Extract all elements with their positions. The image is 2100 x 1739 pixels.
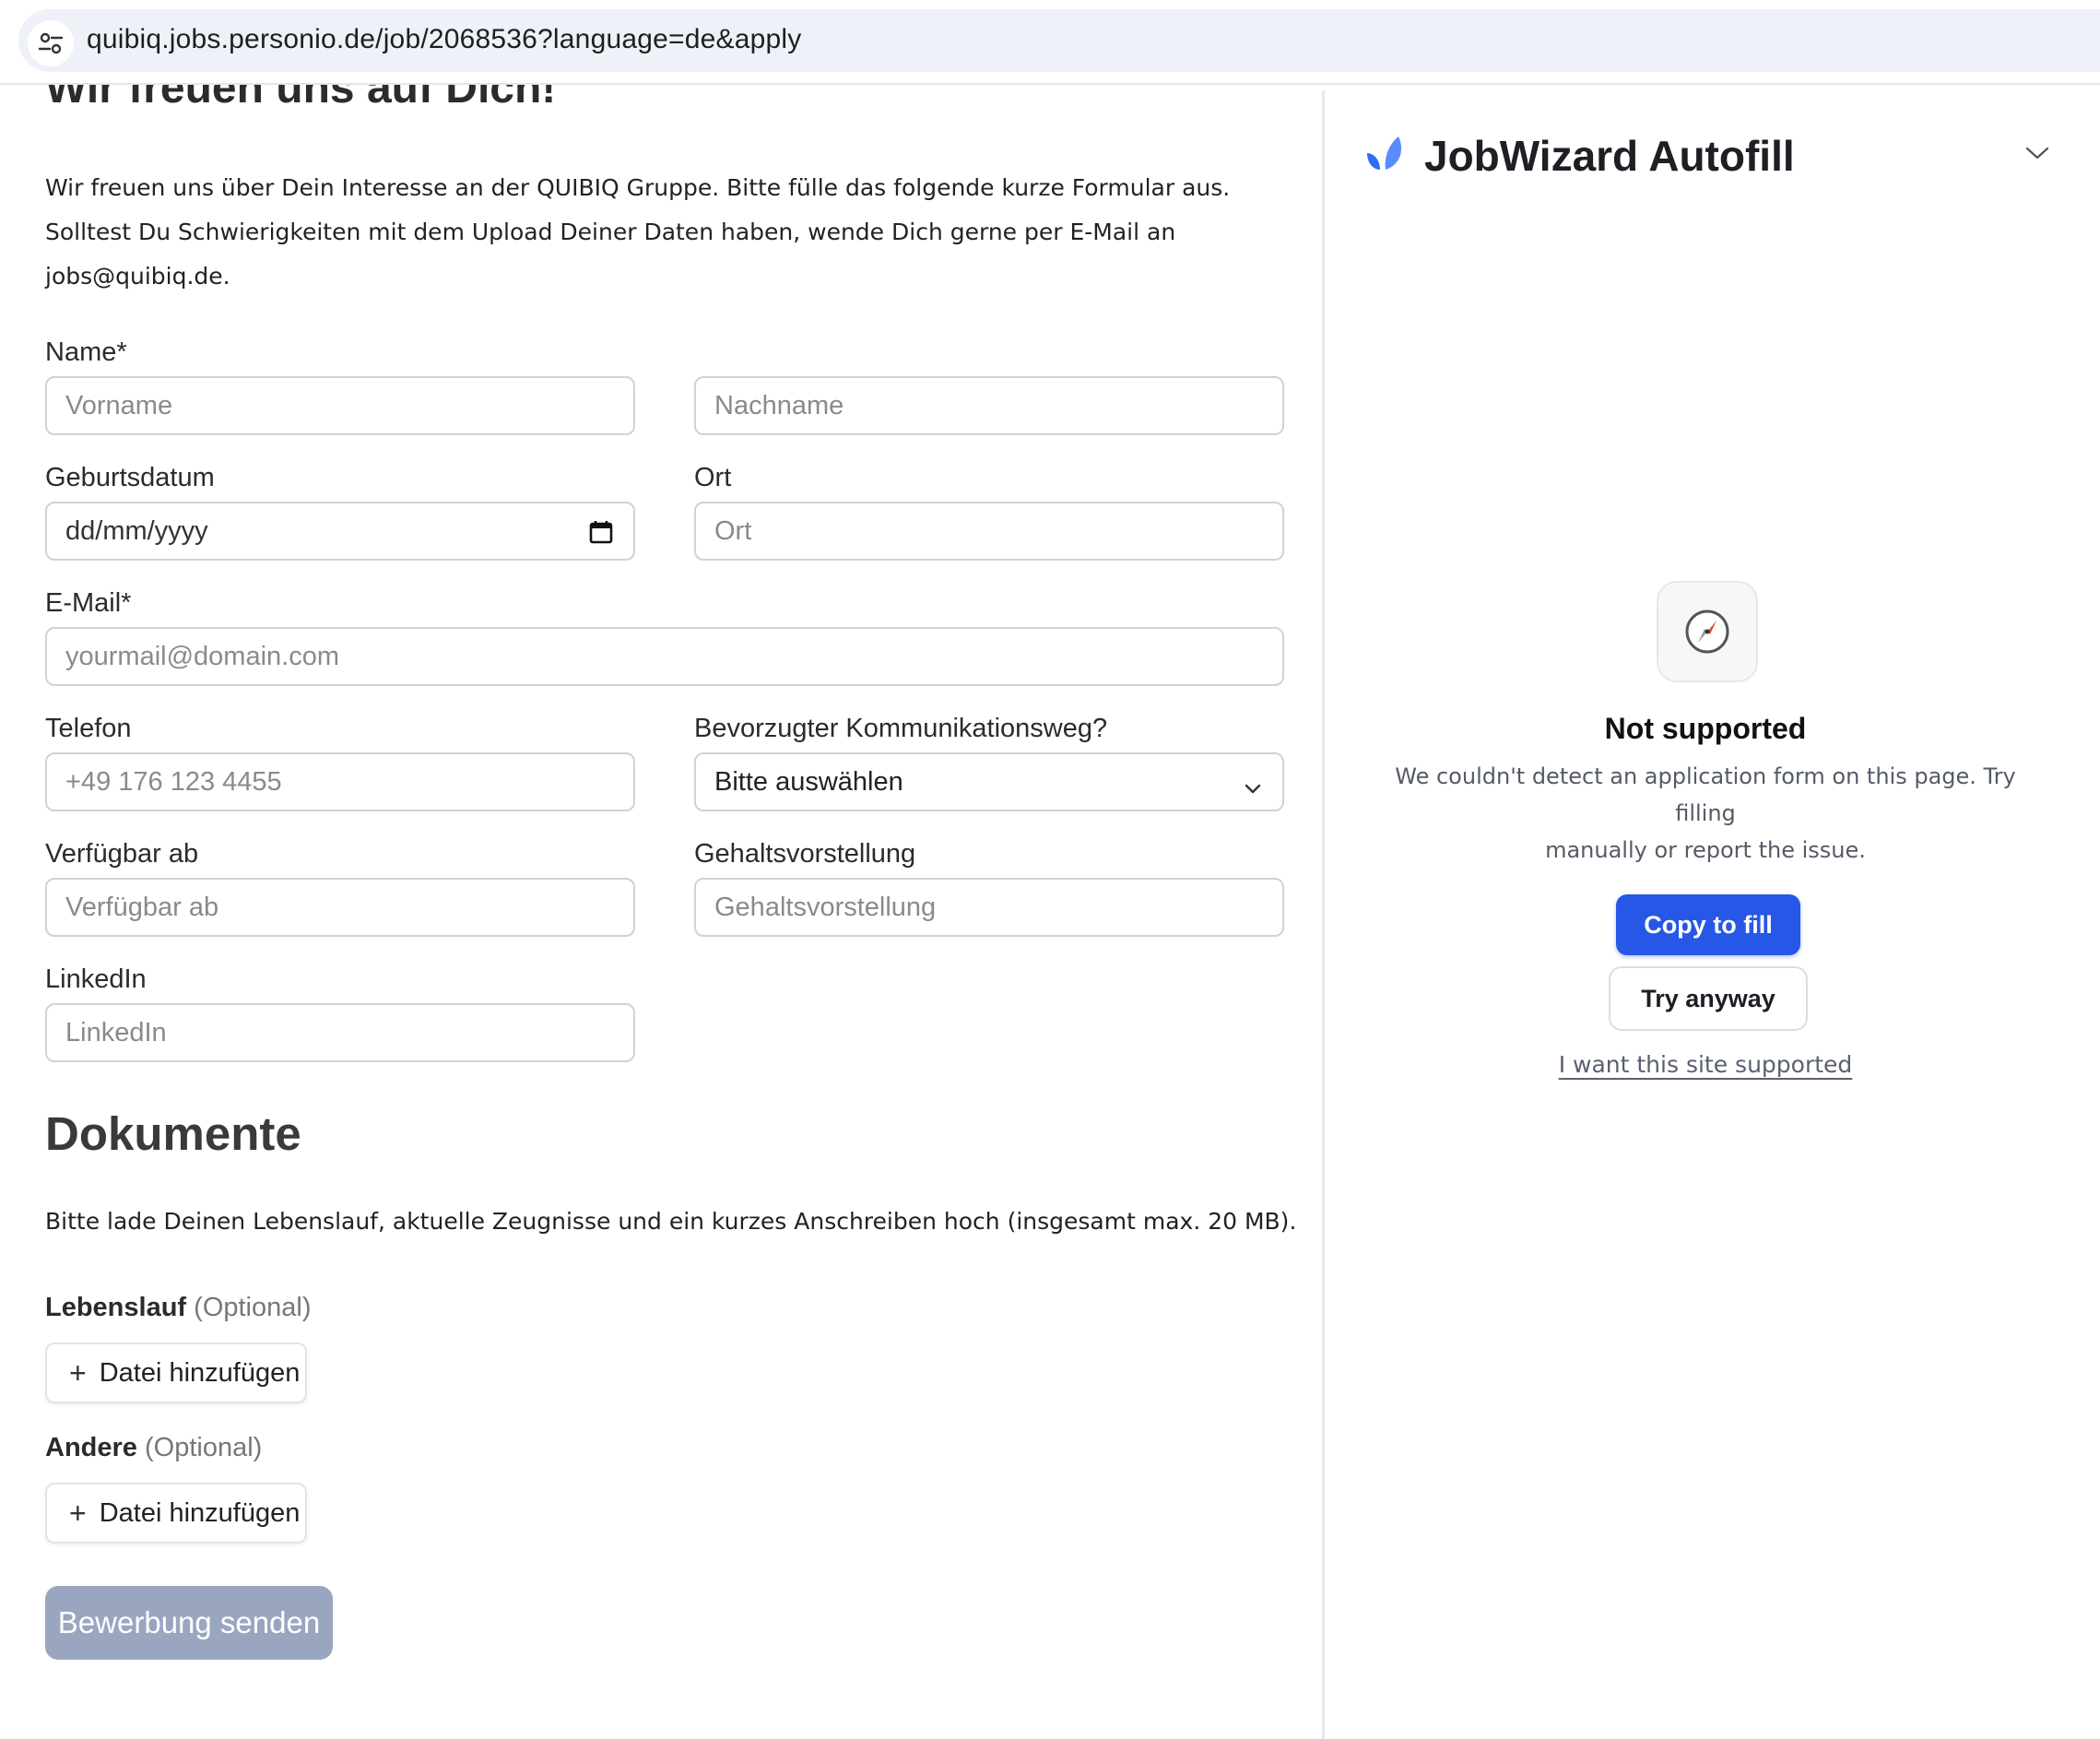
other-add-file-label: Datei hinzufügen xyxy=(99,1497,301,1528)
not-supported-line-2: manually or report the issue. xyxy=(1545,837,1866,863)
cv-add-file-button[interactable]: + Datei hinzufügen xyxy=(45,1343,307,1403)
other-optional: (Optional) xyxy=(144,1433,263,1462)
contact-select-value: Bitte auswählen xyxy=(714,766,903,797)
city-input[interactable]: Ort xyxy=(694,502,1284,561)
firstname-input[interactable]: Vorname xyxy=(45,376,635,435)
name-label: Name* xyxy=(45,337,127,367)
submit-application-button[interactable]: Bewerbung senden xyxy=(45,1586,333,1660)
request-support-link-wrap: I want this site supported xyxy=(1325,1051,2086,1078)
intro-line-3: jobs@quibiq.de. xyxy=(45,263,230,290)
linkedin-input[interactable]: LinkedIn xyxy=(45,1003,635,1062)
linkedin-placeholder: LinkedIn xyxy=(65,1017,167,1047)
email-label: E-Mail* xyxy=(45,588,132,618)
available-label: Verfügbar ab xyxy=(45,839,199,869)
salary-placeholder: Gehaltsvorstellung xyxy=(714,892,937,922)
plus-icon: + xyxy=(69,1355,87,1390)
lastname-input[interactable]: Nachname xyxy=(694,376,1284,435)
calendar-icon[interactable] xyxy=(589,520,613,551)
email-input[interactable]: yourmail@domain.com xyxy=(45,627,1284,686)
chevron-down-icon[interactable] xyxy=(2025,144,2049,167)
cv-optional: (Optional) xyxy=(194,1293,312,1322)
tune-icon[interactable] xyxy=(28,20,74,66)
birthdate-label: Geburtsdatum xyxy=(45,463,215,492)
intro-line-1: Wir freuen uns über Dein Interesse an de… xyxy=(45,174,1231,201)
not-supported-line-1: We couldn't detect an application form o… xyxy=(1395,763,2016,826)
available-placeholder: Verfügbar ab xyxy=(65,892,219,922)
salary-input[interactable]: Gehaltsvorstellung xyxy=(694,878,1284,937)
cv-label-text: Lebenslauf xyxy=(45,1293,187,1322)
cv-label: Lebenslauf (Optional) xyxy=(45,1293,311,1323)
phone-label: Telefon xyxy=(45,714,132,743)
form-heading: Wir freuen uns auf Dich! xyxy=(45,85,557,112)
plus-icon: + xyxy=(69,1496,87,1530)
jobwizard-logo-icon xyxy=(1365,133,1406,178)
copy-to-fill-button[interactable]: Copy to fill xyxy=(1616,894,1800,955)
firstname-placeholder: Vorname xyxy=(65,390,173,420)
url-text[interactable]: quibiq.jobs.personio.de/job/2068536?lang… xyxy=(87,24,801,55)
phone-input[interactable]: +49 176 123 4455 xyxy=(45,752,635,811)
browser-toolbar: quibiq.jobs.personio.de/job/2068536?lang… xyxy=(0,0,2100,85)
contact-select[interactable]: Bitte auswählen xyxy=(694,752,1284,811)
documents-heading: Dokumente xyxy=(45,1107,301,1160)
not-supported-title: Not supported xyxy=(1604,712,1807,745)
jobwizard-panel: JobWizard Autofill Not supported We coul… xyxy=(1325,85,2100,1739)
other-add-file-button[interactable]: + Datei hinzufügen xyxy=(45,1483,307,1544)
city-placeholder: Ort xyxy=(714,515,752,546)
panel-title: JobWizard Autofill xyxy=(1424,132,1795,180)
try-anyway-button[interactable]: Try anyway xyxy=(1609,966,1808,1031)
phone-placeholder: +49 176 123 4455 xyxy=(65,766,282,797)
chevron-down-icon xyxy=(1244,775,1262,805)
not-supported-description: We couldn't detect an application form o… xyxy=(1362,758,2049,869)
intro-line-2: Solltest Du Schwierigkeiten mit dem Uplo… xyxy=(45,219,1176,245)
intro-text: Wir freuen uns über Dein Interesse an de… xyxy=(45,166,1299,299)
documents-text: Bitte lade Deinen Lebenslauf, aktuelle Z… xyxy=(45,1208,1297,1235)
lastname-placeholder: Nachname xyxy=(714,390,844,420)
compass-icon xyxy=(1657,581,1758,682)
birthdate-value: dd/mm/yyyy xyxy=(65,515,208,546)
application-page: Wir freuen uns auf Dich! Wir freuen uns … xyxy=(0,85,1318,1739)
other-label: Andere (Optional) xyxy=(45,1433,262,1463)
contact-label: Bevorzugter Kommunikationsweg? xyxy=(694,714,1108,743)
linkedin-label: LinkedIn xyxy=(45,964,147,994)
request-support-link[interactable]: I want this site supported xyxy=(1559,1051,1853,1078)
birthdate-input[interactable]: dd/mm/yyyy xyxy=(45,502,635,561)
other-label-text: Andere xyxy=(45,1433,137,1462)
salary-label: Gehaltsvorstellung xyxy=(694,839,916,869)
city-label: Ort xyxy=(694,463,732,492)
available-input[interactable]: Verfügbar ab xyxy=(45,878,635,937)
email-placeholder: yourmail@domain.com xyxy=(65,641,339,671)
cv-add-file-label: Datei hinzufügen xyxy=(99,1357,301,1388)
